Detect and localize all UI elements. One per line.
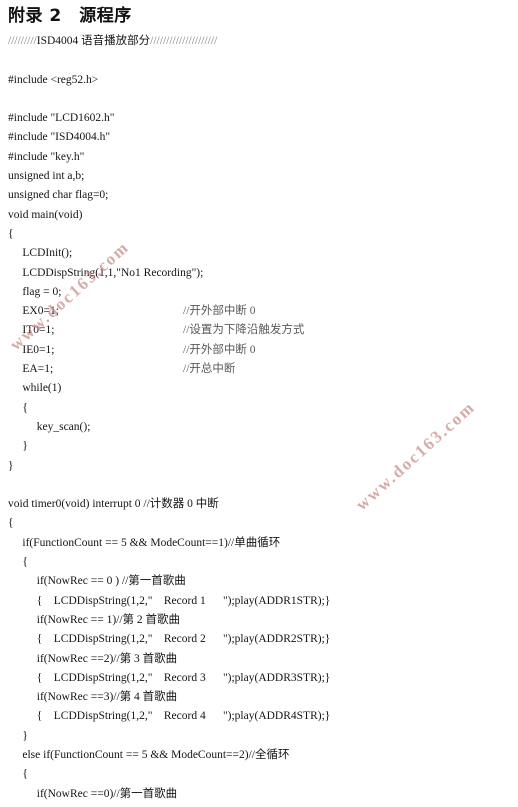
code-line-text: while(1): [8, 382, 62, 395]
code-line-text: {: [8, 556, 28, 569]
code-line: [8, 90, 512, 109]
code-line-comment: //开总中断: [183, 363, 236, 376]
code-line: { LCDDispString(1,2," Record 4 ");play(A…: [8, 707, 512, 726]
code-line-text: if(FunctionCount == 5 && ModeCount==1)//…: [8, 536, 281, 549]
code-line-text: void main(void): [8, 208, 83, 221]
code-line-text: key_scan();: [8, 420, 91, 433]
code-line-text: unsigned char flag=0;: [8, 189, 109, 202]
code-line: #include <reg52.h>: [8, 71, 512, 90]
code-line: { LCDDispString(1,2," Record 1 ");play(A…: [8, 592, 512, 611]
code-line: void timer0(void) interrupt 0 //计数器 0 中断: [8, 495, 512, 514]
code-line-text: }: [8, 729, 28, 742]
code-line: IE0=1; //开外部中断 0: [8, 341, 512, 360]
code-line-text: LCDInit();: [8, 247, 73, 260]
code-lines-container: #include <reg52.h> #include "LCD1602.h" #…: [8, 51, 512, 807]
code-line-comment: //开外部中断 0: [183, 343, 256, 356]
code-line: while(1): [8, 379, 512, 398]
code-line: {: [8, 225, 512, 244]
comment-lead-slashes: /////////: [8, 35, 37, 47]
code-line: EA=1; //开总中断: [8, 360, 512, 379]
code-line-text: EX0=1;: [8, 305, 59, 318]
code-line: else if(FunctionCount == 5 && ModeCount=…: [8, 746, 512, 765]
code-line: if(FunctionCount == 5 && ModeCount==1)//…: [8, 534, 512, 553]
code-line: key_scan();: [8, 418, 512, 437]
code-line-text: else if(FunctionCount == 5 && ModeCount=…: [8, 748, 290, 761]
code-line: }: [8, 727, 512, 746]
code-line-text: void timer0(void) interrupt 0 //计数器 0 中断: [8, 498, 219, 511]
code-line-text: IE0=1;: [8, 343, 55, 356]
code-line-text: { LCDDispString(1,2," Record 2 ");play(A…: [8, 633, 331, 646]
code-line: { LCDDispString(1,2," Record 2 ");play(A…: [8, 630, 512, 649]
code-line-text: LCDDispString(1,1,"No1 Recording");: [8, 266, 204, 279]
code-line-text: {: [8, 227, 14, 240]
code-line: if(NowRec == 0 ) //第一首歌曲: [8, 572, 512, 591]
code-line: if(NowRec == 1)//第 2 首歌曲: [8, 611, 512, 630]
code-line-text: {: [8, 401, 28, 414]
code-line: if(NowRec ==0)//第一首歌曲: [8, 785, 512, 804]
code-line-text: }: [8, 440, 28, 453]
code-line-text: { LCDDispString(1,2," Record 3 ");play(A…: [8, 671, 331, 684]
code-line: EX0=1; //开外部中断 0: [8, 302, 512, 321]
comment-trail-slashes: /////////////////////: [150, 35, 218, 47]
code-line-header-comment: /////////ISD4004 语音播放部分/////////////////…: [8, 32, 512, 51]
code-line: LCDDispString(1,1,"No1 Recording");: [8, 264, 512, 283]
code-line-text: { LCDDispString(1,2," Record 4 ");play(A…: [8, 710, 331, 723]
code-line: {: [8, 553, 512, 572]
code-line-text: unsigned int a,b;: [8, 170, 85, 183]
code-line-text: {: [8, 768, 28, 781]
document-page: www.doc163.com www.doc163.com 附录 2 源程序 /…: [0, 0, 518, 807]
code-line-text: if(NowRec ==0)//第一首歌曲: [8, 787, 178, 800]
code-line-text: #include "LCD1602.h": [8, 112, 115, 125]
code-line-text: EA=1;: [8, 363, 54, 376]
code-line-text: #include <reg52.h>: [8, 73, 99, 86]
code-line-text: }: [8, 459, 14, 472]
code-line: void main(void): [8, 206, 512, 225]
code-line: IT0=1; //设置为下降沿触发方式: [8, 321, 512, 340]
code-line-text: {: [8, 517, 14, 530]
code-line: {: [8, 765, 512, 784]
code-line: if(NowRec ==3)//第 4 首歌曲: [8, 688, 512, 707]
code-line: #include "ISD4004.h": [8, 128, 512, 147]
code-line-text: if(NowRec ==3)//第 4 首歌曲: [8, 691, 178, 704]
code-line: flag = 0;: [8, 283, 512, 302]
code-line-text: if(NowRec == 0 ) //第一首歌曲: [8, 575, 186, 588]
code-line: [8, 476, 512, 495]
code-line: unsigned char flag=0;: [8, 186, 512, 205]
code-line: [8, 51, 512, 70]
code-line: { LCDDispString(1,2," Record 3 ");play(A…: [8, 669, 512, 688]
code-line: unsigned int a,b;: [8, 167, 512, 186]
code-line-text: IT0=1;: [8, 324, 55, 337]
code-line-text: if(NowRec ==2)//第 3 首歌曲: [8, 652, 178, 665]
code-line: }: [8, 437, 512, 456]
comment-header-text: ISD4004 语音播放部分: [36, 35, 151, 47]
code-line-comment: //设置为下降沿触发方式: [183, 324, 305, 337]
code-line: }: [8, 457, 512, 476]
source-code-block: /////////ISD4004 语音播放部分/////////////////…: [8, 32, 512, 807]
code-line-comment: //开外部中断 0: [183, 305, 256, 318]
code-line-text: #include "ISD4004.h": [8, 131, 111, 144]
code-line-text: { LCDDispString(1,2," Record 1 ");play(A…: [8, 594, 331, 607]
code-line-text: if(NowRec == 1)//第 2 首歌曲: [8, 613, 181, 626]
code-line: {: [8, 514, 512, 533]
code-line: LCDInit();: [8, 244, 512, 263]
code-line-text: flag = 0;: [8, 285, 62, 298]
code-line: if(NowRec ==2)//第 3 首歌曲: [8, 650, 512, 669]
code-line-text: #include "key.h": [8, 150, 85, 163]
code-line: #include "LCD1602.h": [8, 109, 512, 128]
code-line: {: [8, 399, 512, 418]
page-title: 附录 2 源程序: [8, 6, 132, 26]
code-line: #include "key.h": [8, 148, 512, 167]
